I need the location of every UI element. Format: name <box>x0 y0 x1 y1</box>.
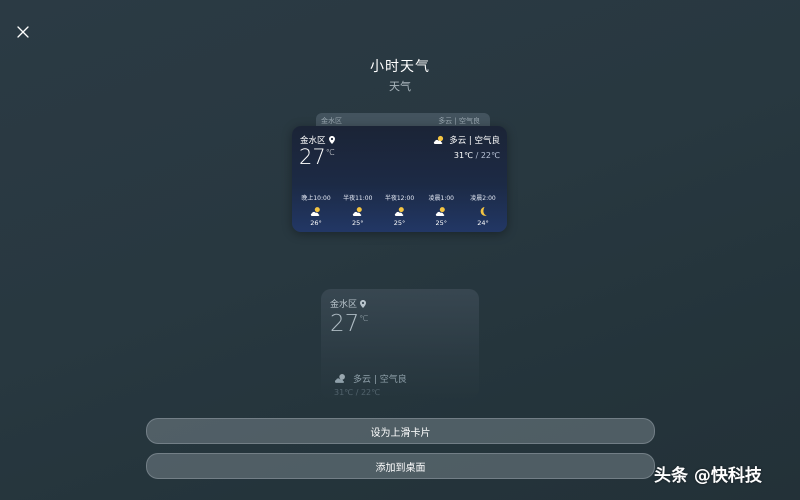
location-pin-icon <box>328 136 335 144</box>
partly-cloudy-icon <box>434 135 444 144</box>
hour-time: 凌晨1:00 <box>428 195 454 202</box>
high-temp: 31℃ <box>453 151 474 160</box>
add-to-desktop-button[interactable]: 添加到桌面 <box>146 453 655 479</box>
low-temp: 22℃ <box>480 151 500 160</box>
hour-temp: 25° <box>393 219 406 227</box>
preview-temperature-unit: ℃ <box>359 314 369 323</box>
set-swipe-up-card-button[interactable]: 设为上滑卡片 <box>146 418 655 444</box>
hour-item: 凌晨1:00 25° <box>421 193 461 227</box>
current-temperature: 27℃ <box>299 145 335 169</box>
hour-item: 半夜12:00 25° <box>380 193 420 227</box>
ghost-location-label: 金水区 <box>321 117 342 125</box>
location-pin-icon <box>360 299 367 308</box>
preview-condition-label: 多云 | 空气良 <box>353 375 407 385</box>
condition-label: 多云 | 空气良 <box>449 136 500 146</box>
hour-temp: 25° <box>435 219 448 227</box>
partly-cloudy-night-icon <box>436 206 446 216</box>
range-separator: / <box>473 151 481 160</box>
preview-location: 金水区 <box>330 297 367 310</box>
hour-time: 半夜11:00 <box>343 195 373 202</box>
ghost-condition-label: 多云 | 空气良 <box>438 117 480 125</box>
hour-time: 半夜12:00 <box>384 195 415 202</box>
preview-temperature-range: 31℃ / 22℃ <box>334 388 381 397</box>
page-subtitle: 天气 <box>389 80 411 93</box>
hour-temp: 26° <box>310 219 322 227</box>
hour-item: 半夜11:00 25° <box>338 193 378 227</box>
hour-time: 晚上10:00 <box>301 195 331 202</box>
temperature-unit: ℃ <box>325 148 335 157</box>
close-icon <box>17 26 29 38</box>
partly-cloudy-night-icon <box>310 206 320 216</box>
page-title: 小时天气 <box>370 59 430 75</box>
preview-location-label: 金水区 <box>330 300 358 310</box>
partly-cloudy-icon <box>334 374 345 383</box>
crescent-moon-icon <box>480 206 487 216</box>
hour-temp: 24° <box>477 219 489 227</box>
hour-item: 凌晨2:00 24° <box>463 193 503 227</box>
condition: 多云 | 空气良 <box>433 134 500 146</box>
temperature-range: 31℃ / 22℃ <box>454 151 500 160</box>
hourly-forecast: 晚上10:00 26° 半夜11:00 25° 半夜12:00 25° 凌晨1:… <box>296 193 503 227</box>
hour-time: 凌晨2:00 <box>470 195 496 202</box>
preview-temperature-value: 27 <box>330 311 360 337</box>
watermark: 头条 @快科技 <box>654 466 762 486</box>
hourly-weather-card[interactable]: 金水区 27℃ 多云 | 空气良 31℃ / 22℃ 晚上10:00 26° 半… <box>292 126 507 232</box>
partly-cloudy-night-icon <box>394 206 404 216</box>
preview-condition: 多云 | 空气良 <box>334 372 407 385</box>
alternate-card-preview[interactable]: 金水区 27℃ 多云 | 空气良 31℃ / 22℃ <box>321 289 479 399</box>
close-button[interactable] <box>14 23 32 41</box>
hour-temp: 25° <box>351 219 364 227</box>
partly-cloudy-night-icon <box>352 206 362 216</box>
temperature-value: 27 <box>299 145 326 169</box>
hour-item: 晚上10:00 26° <box>296 193 336 227</box>
preview-temperature: 27℃ <box>330 311 368 337</box>
